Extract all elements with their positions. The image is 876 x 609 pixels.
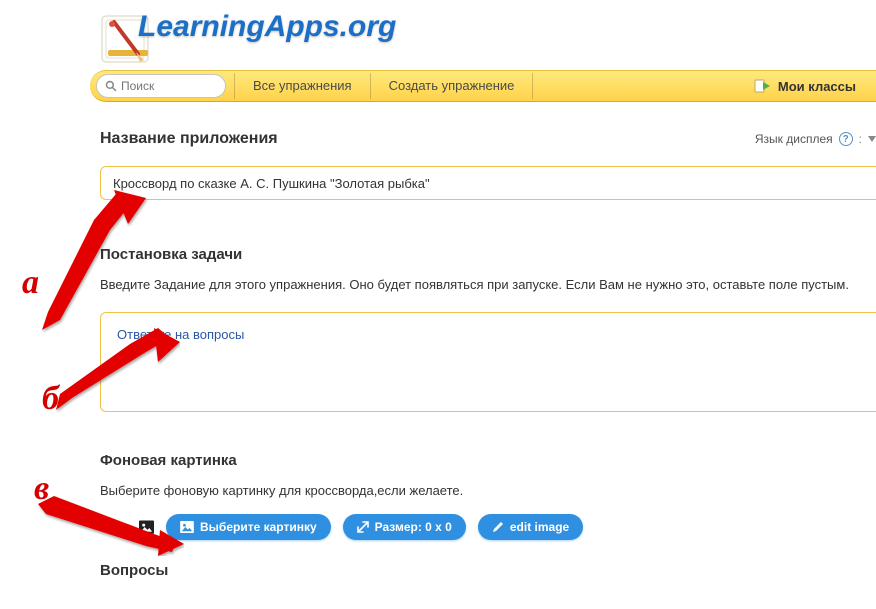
section-bg-title: Фоновая картинка: [100, 452, 876, 469]
app-title-input[interactable]: Кроссворд по сказке А. С. Пушкина "Золот…: [100, 166, 876, 200]
edit-image-label: edit image: [510, 520, 569, 534]
image-icon[interactable]: [138, 519, 154, 535]
nav-my-classes[interactable]: Мои классы: [744, 78, 876, 94]
display-language-label: Язык дисплея: [755, 132, 833, 146]
nav-my-classes-label: Мои классы: [778, 79, 856, 94]
search-box[interactable]: [96, 74, 226, 98]
edit-icon: [492, 521, 504, 533]
section-app-title: Название приложения: [100, 130, 755, 148]
main-navbar: Все упражнения Создать упражнение Мои кл…: [90, 70, 876, 102]
picture-icon: [180, 521, 194, 533]
site-logo-text: LearningApps.org: [138, 10, 396, 44]
task-value: Ответьте на вопросы: [117, 327, 244, 342]
section-task-title: Постановка задачи: [100, 246, 876, 263]
search-input[interactable]: [121, 79, 217, 93]
bg-help-text: Выберите фоновую картинку для кроссворда…: [100, 483, 876, 498]
chevron-down-icon: [868, 136, 876, 142]
resize-icon: [357, 521, 369, 533]
help-icon[interactable]: ?: [839, 132, 853, 146]
task-textarea[interactable]: Ответьте на вопросы: [100, 312, 876, 412]
nav-create-app[interactable]: Создать упражнение: [371, 70, 533, 102]
nav-all-apps[interactable]: Все упражнения: [235, 70, 370, 102]
section-questions-title: Вопросы: [100, 562, 876, 579]
choose-image-label: Выберите картинку: [200, 520, 317, 534]
display-language-selector[interactable]: Язык дисплея ? :: [755, 132, 876, 146]
delete-icon[interactable]: [110, 519, 126, 535]
image-size-label: Размер: 0 x 0: [375, 520, 452, 534]
edit-image-button[interactable]: edit image: [478, 514, 583, 540]
image-size-button[interactable]: Размер: 0 x 0: [343, 514, 466, 540]
task-help-text: Введите Задание для этого упражнения. Он…: [100, 277, 876, 292]
app-title-value: Кроссворд по сказке А. С. Пушкина "Золот…: [113, 176, 430, 191]
choose-image-button[interactable]: Выберите картинку: [166, 514, 331, 540]
search-icon: [105, 80, 117, 92]
book-arrow-icon: [754, 78, 772, 94]
